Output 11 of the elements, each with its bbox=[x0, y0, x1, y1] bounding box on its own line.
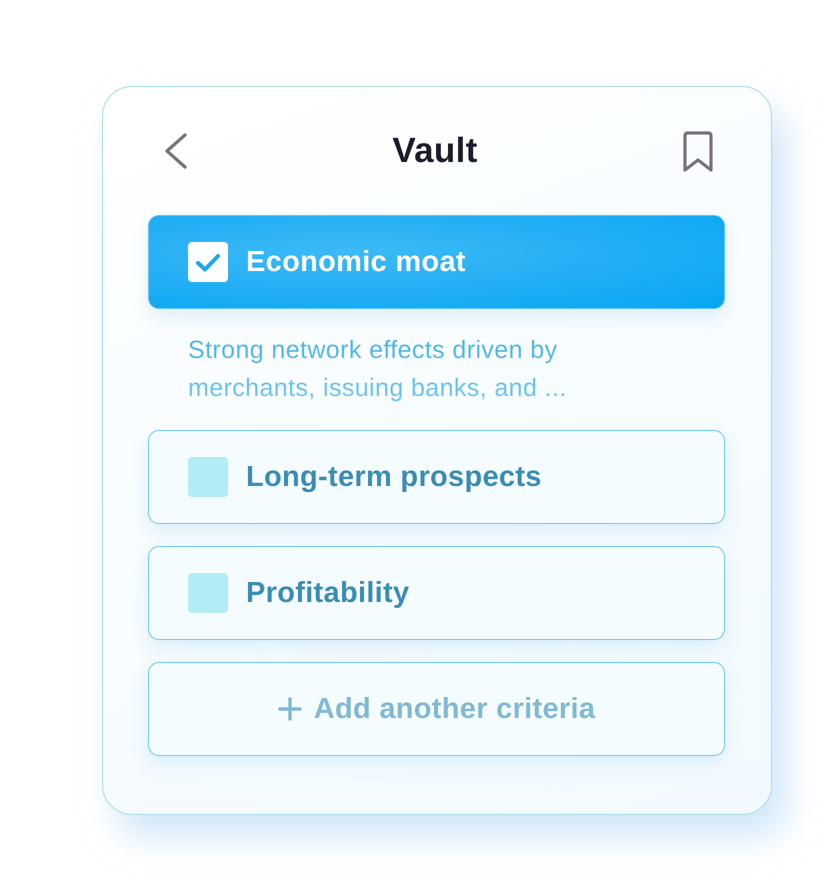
criteria-option[interactable]: Economic moat bbox=[148, 215, 725, 309]
add-criteria-button[interactable]: Add another criteria bbox=[148, 662, 725, 756]
checkbox[interactable] bbox=[188, 242, 228, 282]
criteria-option[interactable]: Long-term prospects bbox=[148, 430, 725, 524]
checkbox[interactable] bbox=[188, 573, 228, 613]
criteria-option[interactable]: Profitability bbox=[148, 546, 725, 640]
screen-title: Vault bbox=[392, 131, 478, 171]
bookmark-icon[interactable] bbox=[682, 130, 714, 172]
back-icon[interactable] bbox=[164, 133, 188, 169]
checkbox[interactable] bbox=[188, 457, 228, 497]
plus-icon bbox=[278, 697, 302, 721]
